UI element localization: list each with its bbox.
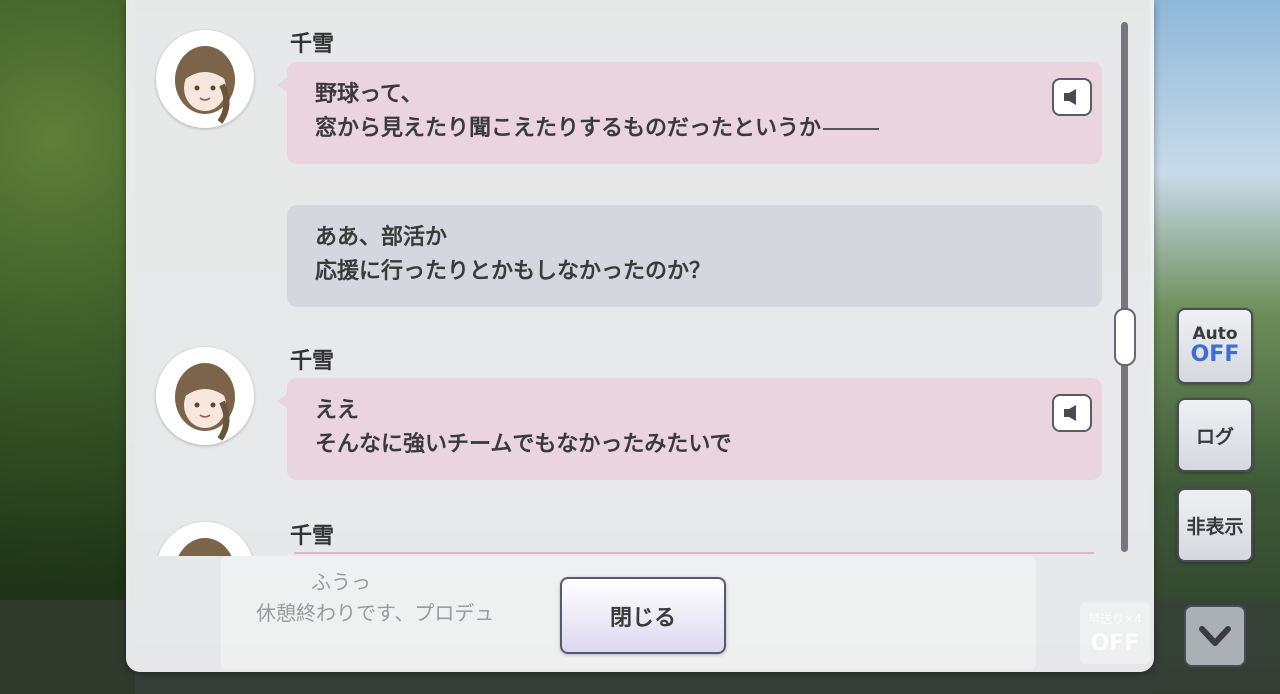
fast-forward-button[interactable]: 早送り×4 OFF (1080, 602, 1150, 664)
hide-button-label: 非表示 (1186, 515, 1244, 538)
bubble-edge (294, 552, 1094, 554)
fast-forward-label: 早送り×4 (1088, 612, 1142, 626)
fast-forward-state: OFF (1090, 631, 1140, 656)
auto-label: Auto (1192, 324, 1238, 344)
dialogue-bubble: 野球って、 窓から見えたり聞こえたりするものだったというか (277, 62, 1102, 164)
scrollbar-track[interactable] (1121, 22, 1128, 552)
log-button-label: ログ (1195, 425, 1234, 448)
chiyuki-avatar (156, 522, 254, 556)
auto-toggle-button[interactable]: Auto OFF (1177, 308, 1253, 384)
underlying-dialogue-line-2: 休憩終わりです、プロデュ (256, 601, 495, 625)
chevron-down-icon (1199, 626, 1231, 646)
scrollbar-thumb[interactable] (1114, 308, 1136, 366)
auto-state: OFF (1190, 342, 1240, 367)
speaker-name: 千雪 (290, 349, 335, 374)
chiyuki-avatar (156, 30, 254, 128)
close-button[interactable]: 閉じる (560, 577, 726, 654)
voice-replay-button[interactable] (1052, 394, 1092, 432)
dialogue-bubble: ええ そんなに強いチームでもなかったみたいで (277, 378, 1102, 480)
underlying-dialogue-line-1: ふうっ (311, 570, 371, 594)
background-trees (0, 0, 135, 694)
speaker-name: 千雪 (290, 524, 335, 549)
speaker-icon (1064, 89, 1076, 105)
dash-glyph (823, 128, 880, 130)
dialogue-line: 野球って、 (315, 82, 423, 107)
dialogue-line-text: 窓から見えたり聞こえたりするものだったというか (315, 116, 822, 141)
speaker-name: 千雪 (290, 32, 335, 57)
chiyuki-avatar (156, 347, 254, 445)
hide-ui-button[interactable]: 非表示 (1177, 488, 1253, 562)
backlog-scroll-area[interactable]: 千雪 野球って、 窓から見えたり聞こえたりするものだったというか ああ、部活か … (126, 0, 1126, 556)
dialogue-line: 応援に行ったりとかもしなかったのか？ (315, 259, 712, 284)
log-button[interactable]: ログ (1177, 398, 1253, 472)
speaker-icon (1064, 405, 1076, 421)
dialogue-line: ええ (315, 398, 360, 423)
backlog-panel: ふうっ 休憩終わりです、プロデュ 千雪 野球って、 窓から見えたり聞こえたりする… (126, 0, 1154, 672)
dialogue-line: ああ、部活か (315, 225, 448, 250)
voice-replay-button[interactable] (1052, 78, 1092, 116)
dialogue-line: そんなに強いチームでもなかったみたいで (315, 432, 732, 457)
dialogue-bubble: ああ、部活か 応援に行ったりとかもしなかったのか？ (287, 205, 1102, 307)
dialogue-line: 窓から見えたり聞こえたりするものだったというか (315, 112, 1074, 146)
advance-button[interactable] (1184, 605, 1246, 667)
